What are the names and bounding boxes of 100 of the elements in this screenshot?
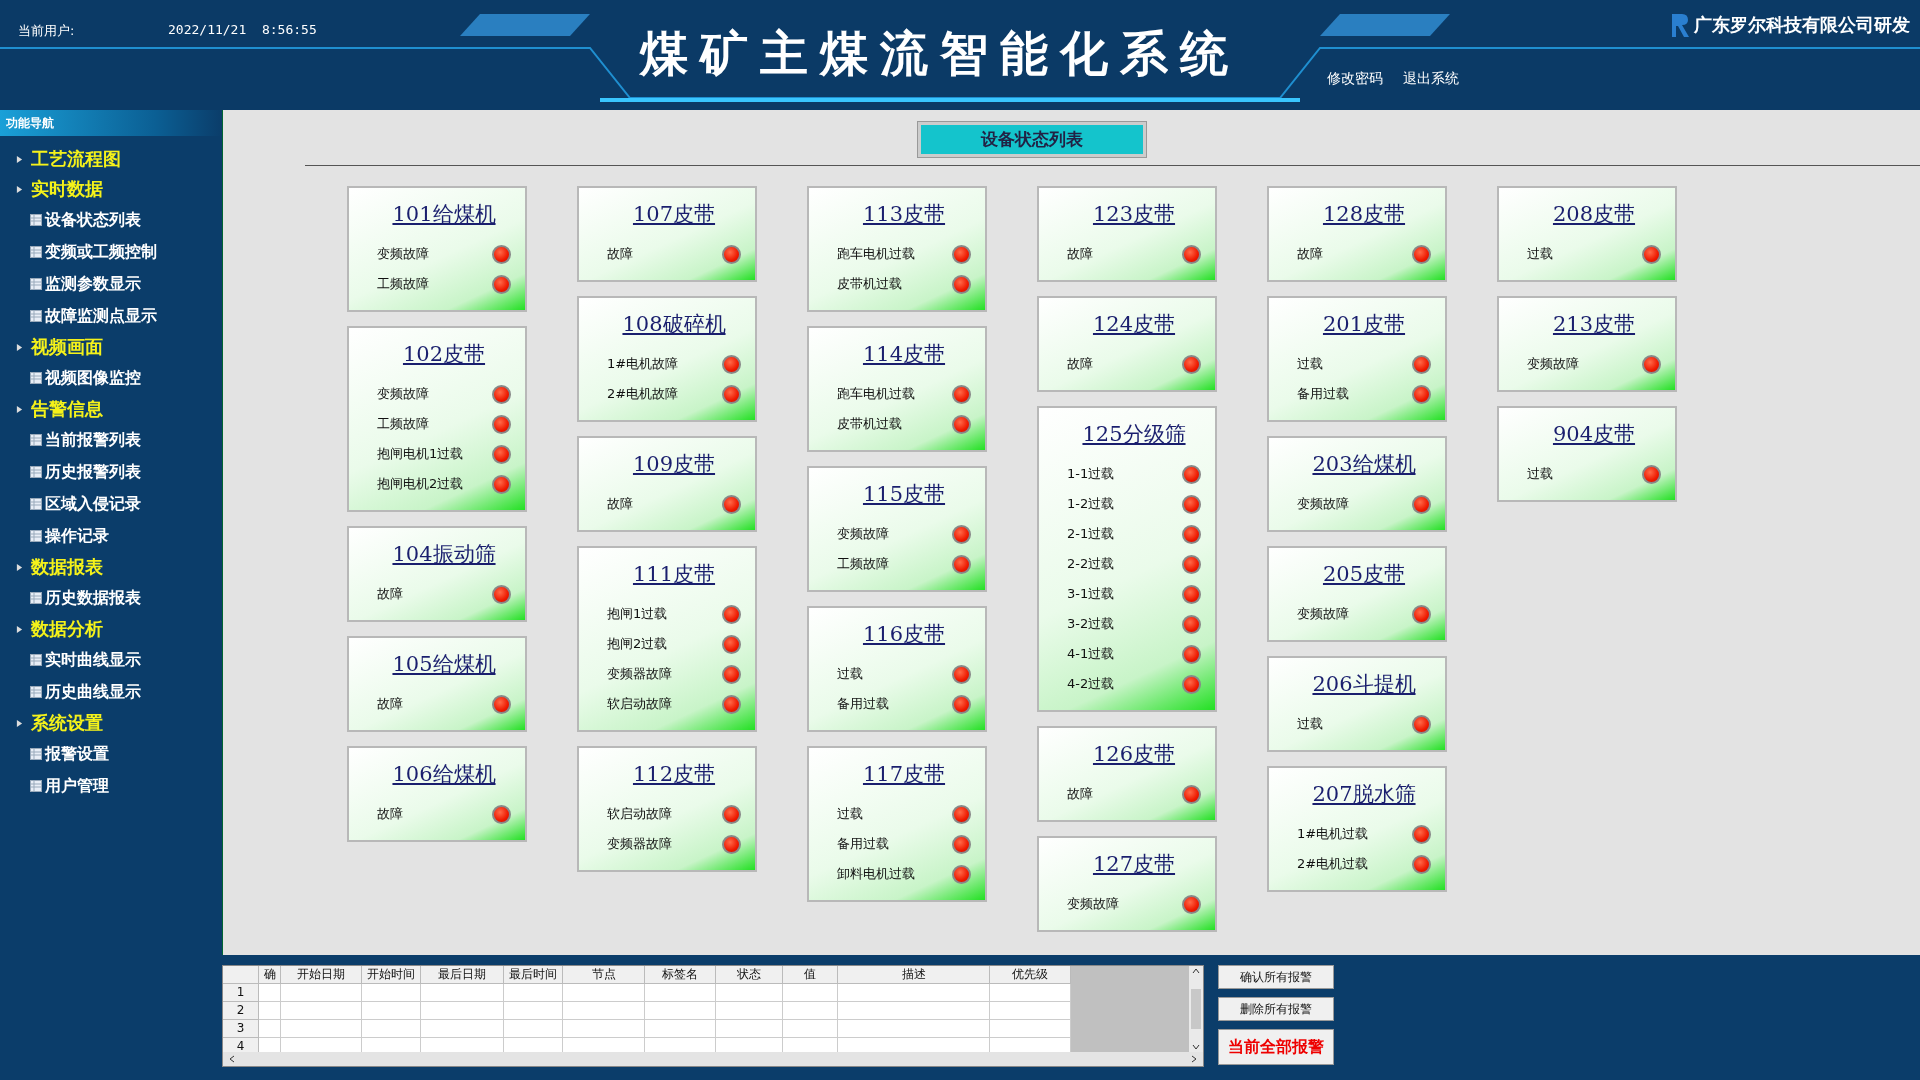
device-link[interactable]: 108破碎机 (622, 310, 726, 338)
nav-item[interactable]: 区域入侵记录 (0, 488, 222, 520)
nav-item-label: 监测参数显示 (45, 273, 141, 295)
signal-label: 工频故障 (837, 555, 889, 573)
device-link[interactable]: 116皮带 (862, 620, 946, 648)
device-link[interactable]: 107皮带 (632, 200, 716, 228)
nav-item-label: 故障监测点显示 (45, 305, 157, 327)
signal-label: 3-2过载 (1067, 615, 1115, 633)
row-number: 1 (223, 984, 259, 1002)
table-icon (30, 748, 42, 760)
nav-item[interactable]: 监测参数显示 (0, 268, 222, 300)
device-link[interactable]: 117皮带 (862, 760, 946, 788)
device-link[interactable]: 106给煤机 (392, 760, 496, 788)
device-link[interactable]: 128皮带 (1322, 200, 1406, 228)
device-link[interactable]: 201皮带 (1322, 310, 1406, 338)
signal-label: 变频故障 (1297, 495, 1349, 513)
column-header: 节点 (563, 966, 645, 984)
nav-item[interactable]: 实时曲线显示 (0, 644, 222, 676)
signal-label: 备用过载 (837, 835, 889, 853)
nav-item[interactable]: 历史数据报表 (0, 582, 222, 614)
signal-label: 变频故障 (377, 245, 429, 263)
device-link[interactable]: 203给煤机 (1312, 450, 1416, 478)
signal-label: 2-2过载 (1067, 555, 1115, 573)
nav-item-label: 设备状态列表 (45, 209, 141, 231)
signal-label: 卸料电机过载 (837, 865, 915, 883)
alarm-button[interactable]: 确认所有报警 (1218, 965, 1334, 989)
nav-group-label: 数据分析 (31, 617, 103, 641)
signal-label: 抱闸1过载 (607, 605, 668, 623)
device-link[interactable]: 105给煤机 (392, 650, 496, 678)
table-cell (716, 1002, 783, 1020)
device-link[interactable]: 205皮带 (1322, 560, 1406, 588)
device-link[interactable]: 123皮带 (1092, 200, 1176, 228)
device-link[interactable]: 125分级筛 (1082, 420, 1186, 448)
alarm-button[interactable]: 当前全部报警 (1218, 1029, 1334, 1065)
nav-group[interactable]: 系统设置 (0, 708, 222, 738)
nav-item[interactable]: 历史报警列表 (0, 456, 222, 488)
table-icon (30, 686, 42, 698)
column-header: 值 (783, 966, 838, 984)
device-link[interactable]: 208皮带 (1552, 200, 1636, 228)
nav-item[interactable]: 报警设置 (0, 738, 222, 770)
nav-item[interactable]: 操作记录 (0, 520, 222, 552)
device-link[interactable]: 104振动筛 (392, 540, 496, 568)
device-link[interactable]: 126皮带 (1092, 740, 1176, 768)
horizontal-scrollbar[interactable] (223, 1052, 1203, 1066)
scroll-left-icon (227, 1054, 237, 1064)
device-link[interactable]: 207脱水筛 (1312, 780, 1416, 808)
nav-group[interactable]: 告警信息 (0, 394, 222, 424)
nav-item[interactable]: 设备状态列表 (0, 204, 222, 236)
nav-item[interactable]: 故障监测点显示 (0, 300, 222, 332)
device-link[interactable]: 115皮带 (862, 480, 946, 508)
signal-label: 故障 (1067, 245, 1093, 263)
nav-group[interactable]: 数据报表 (0, 552, 222, 582)
nav-item-label: 历史数据报表 (45, 587, 141, 609)
nav-group-label: 实时数据 (31, 177, 103, 201)
signal-label: 软启动故障 (607, 805, 672, 823)
signal-label: 2#电机过载 (1297, 855, 1369, 873)
table-cell (259, 984, 281, 1002)
device-link[interactable]: 127皮带 (1092, 850, 1176, 878)
nav-item[interactable]: 视频图像监控 (0, 362, 222, 394)
device-link[interactable]: 101给煤机 (392, 200, 496, 228)
table-cell (362, 984, 421, 1002)
nav-group[interactable]: 数据分析 (0, 614, 222, 644)
device-link[interactable]: 111皮带 (632, 560, 716, 588)
nav-item-label: 区域入侵记录 (45, 493, 141, 515)
nav-group-label: 工艺流程图 (31, 147, 121, 171)
device-link[interactable]: 113皮带 (862, 200, 946, 228)
alarm-button[interactable]: 删除所有报警 (1218, 997, 1334, 1021)
device-link[interactable]: 213皮带 (1552, 310, 1636, 338)
header-link[interactable]: 修改密码 (1327, 70, 1383, 88)
nav-group-label: 视频画面 (31, 335, 103, 359)
table-cell (783, 1002, 838, 1020)
nav-item[interactable]: 变频或工频控制 (0, 236, 222, 268)
nav-group[interactable]: 视频画面 (0, 332, 222, 362)
device-link[interactable]: 102皮带 (402, 340, 486, 368)
signal-label: 变频故障 (1527, 355, 1579, 373)
table-cell (645, 984, 716, 1002)
nav-item-label: 当前报警列表 (45, 429, 141, 451)
signal-label: 1#电机过载 (1297, 825, 1369, 843)
nav-item[interactable]: 当前报警列表 (0, 424, 222, 456)
vertical-scrollbar[interactable] (1189, 966, 1203, 1052)
device-link[interactable]: 904皮带 (1552, 420, 1636, 448)
nav-item[interactable]: 用户管理 (0, 770, 222, 802)
header-link[interactable]: 退出系统 (1403, 70, 1459, 88)
table-cell (716, 1020, 783, 1038)
page-title: 设备状态列表 (917, 122, 1146, 157)
nav-group-label: 系统设置 (31, 711, 103, 735)
nav-item-label: 历史曲线显示 (45, 681, 141, 703)
device-link[interactable]: 114皮带 (862, 340, 946, 368)
nav-item[interactable]: 历史曲线显示 (0, 676, 222, 708)
signal-label: 备用过载 (837, 695, 889, 713)
device-link[interactable]: 109皮带 (632, 450, 716, 478)
signal-label: 抱闸2过载 (607, 635, 668, 653)
device-link[interactable]: 124皮带 (1092, 310, 1176, 338)
device-link[interactable]: 112皮带 (632, 760, 716, 788)
table-cell (504, 1020, 563, 1038)
signal-label: 故障 (377, 695, 403, 713)
nav-group[interactable]: 工艺流程图 (0, 144, 222, 174)
device-link[interactable]: 206斗提机 (1312, 670, 1416, 698)
company-name: 广东罗尔科技有限公司研发 (1694, 13, 1910, 37)
nav-group[interactable]: 实时数据 (0, 174, 222, 204)
